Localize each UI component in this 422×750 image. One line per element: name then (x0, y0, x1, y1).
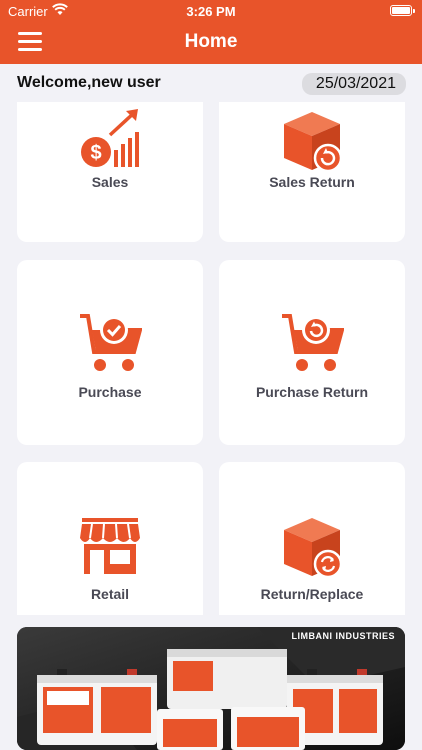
nav-bar: Home (0, 22, 422, 64)
status-time: 3:26 PM (186, 4, 236, 19)
tile-sales[interactable]: $ Sales (17, 102, 203, 242)
tile-return-replace-label: Return/Replace (260, 586, 364, 602)
page-title: Home (184, 31, 238, 52)
welcome-text: Welcome,new user (17, 74, 161, 91)
tile-sales-label: Sales (91, 174, 129, 190)
tile-retail-label: Retail (90, 586, 130, 602)
date-badge: 25/03/2021 (301, 73, 406, 95)
menu-grid: $ Sales Sales Return Purchase Purchase R… (0, 102, 422, 615)
box-replace-icon (219, 514, 405, 580)
tile-purchase-return-label: Purchase Return (255, 384, 369, 400)
cart-return-icon (219, 312, 405, 378)
storefront-icon (17, 514, 203, 580)
banner-brand-text: LIMBANI INDUSTRIES (291, 631, 395, 641)
battery-icon (390, 5, 415, 16)
sales-chart-icon: $ (17, 108, 203, 174)
svg-text:$: $ (90, 142, 101, 164)
tile-sales-return-label: Sales Return (269, 174, 355, 190)
box-return-icon (219, 108, 405, 174)
tile-return-replace[interactable]: Return/Replace (219, 462, 405, 615)
tile-purchase-label: Purchase (78, 384, 142, 400)
status-bar: Carrier 3:26 PM (0, 0, 422, 22)
tile-purchase[interactable]: Purchase (17, 260, 203, 445)
cart-check-icon (17, 312, 203, 378)
tile-retail[interactable]: Retail (17, 462, 203, 615)
promo-banner[interactable]: LIMBANI INDUSTRIES (17, 627, 405, 750)
tile-purchase-return[interactable]: Purchase Return (219, 260, 405, 445)
tile-sales-return[interactable]: Sales Return (219, 102, 405, 242)
battery-product-image (17, 627, 405, 750)
